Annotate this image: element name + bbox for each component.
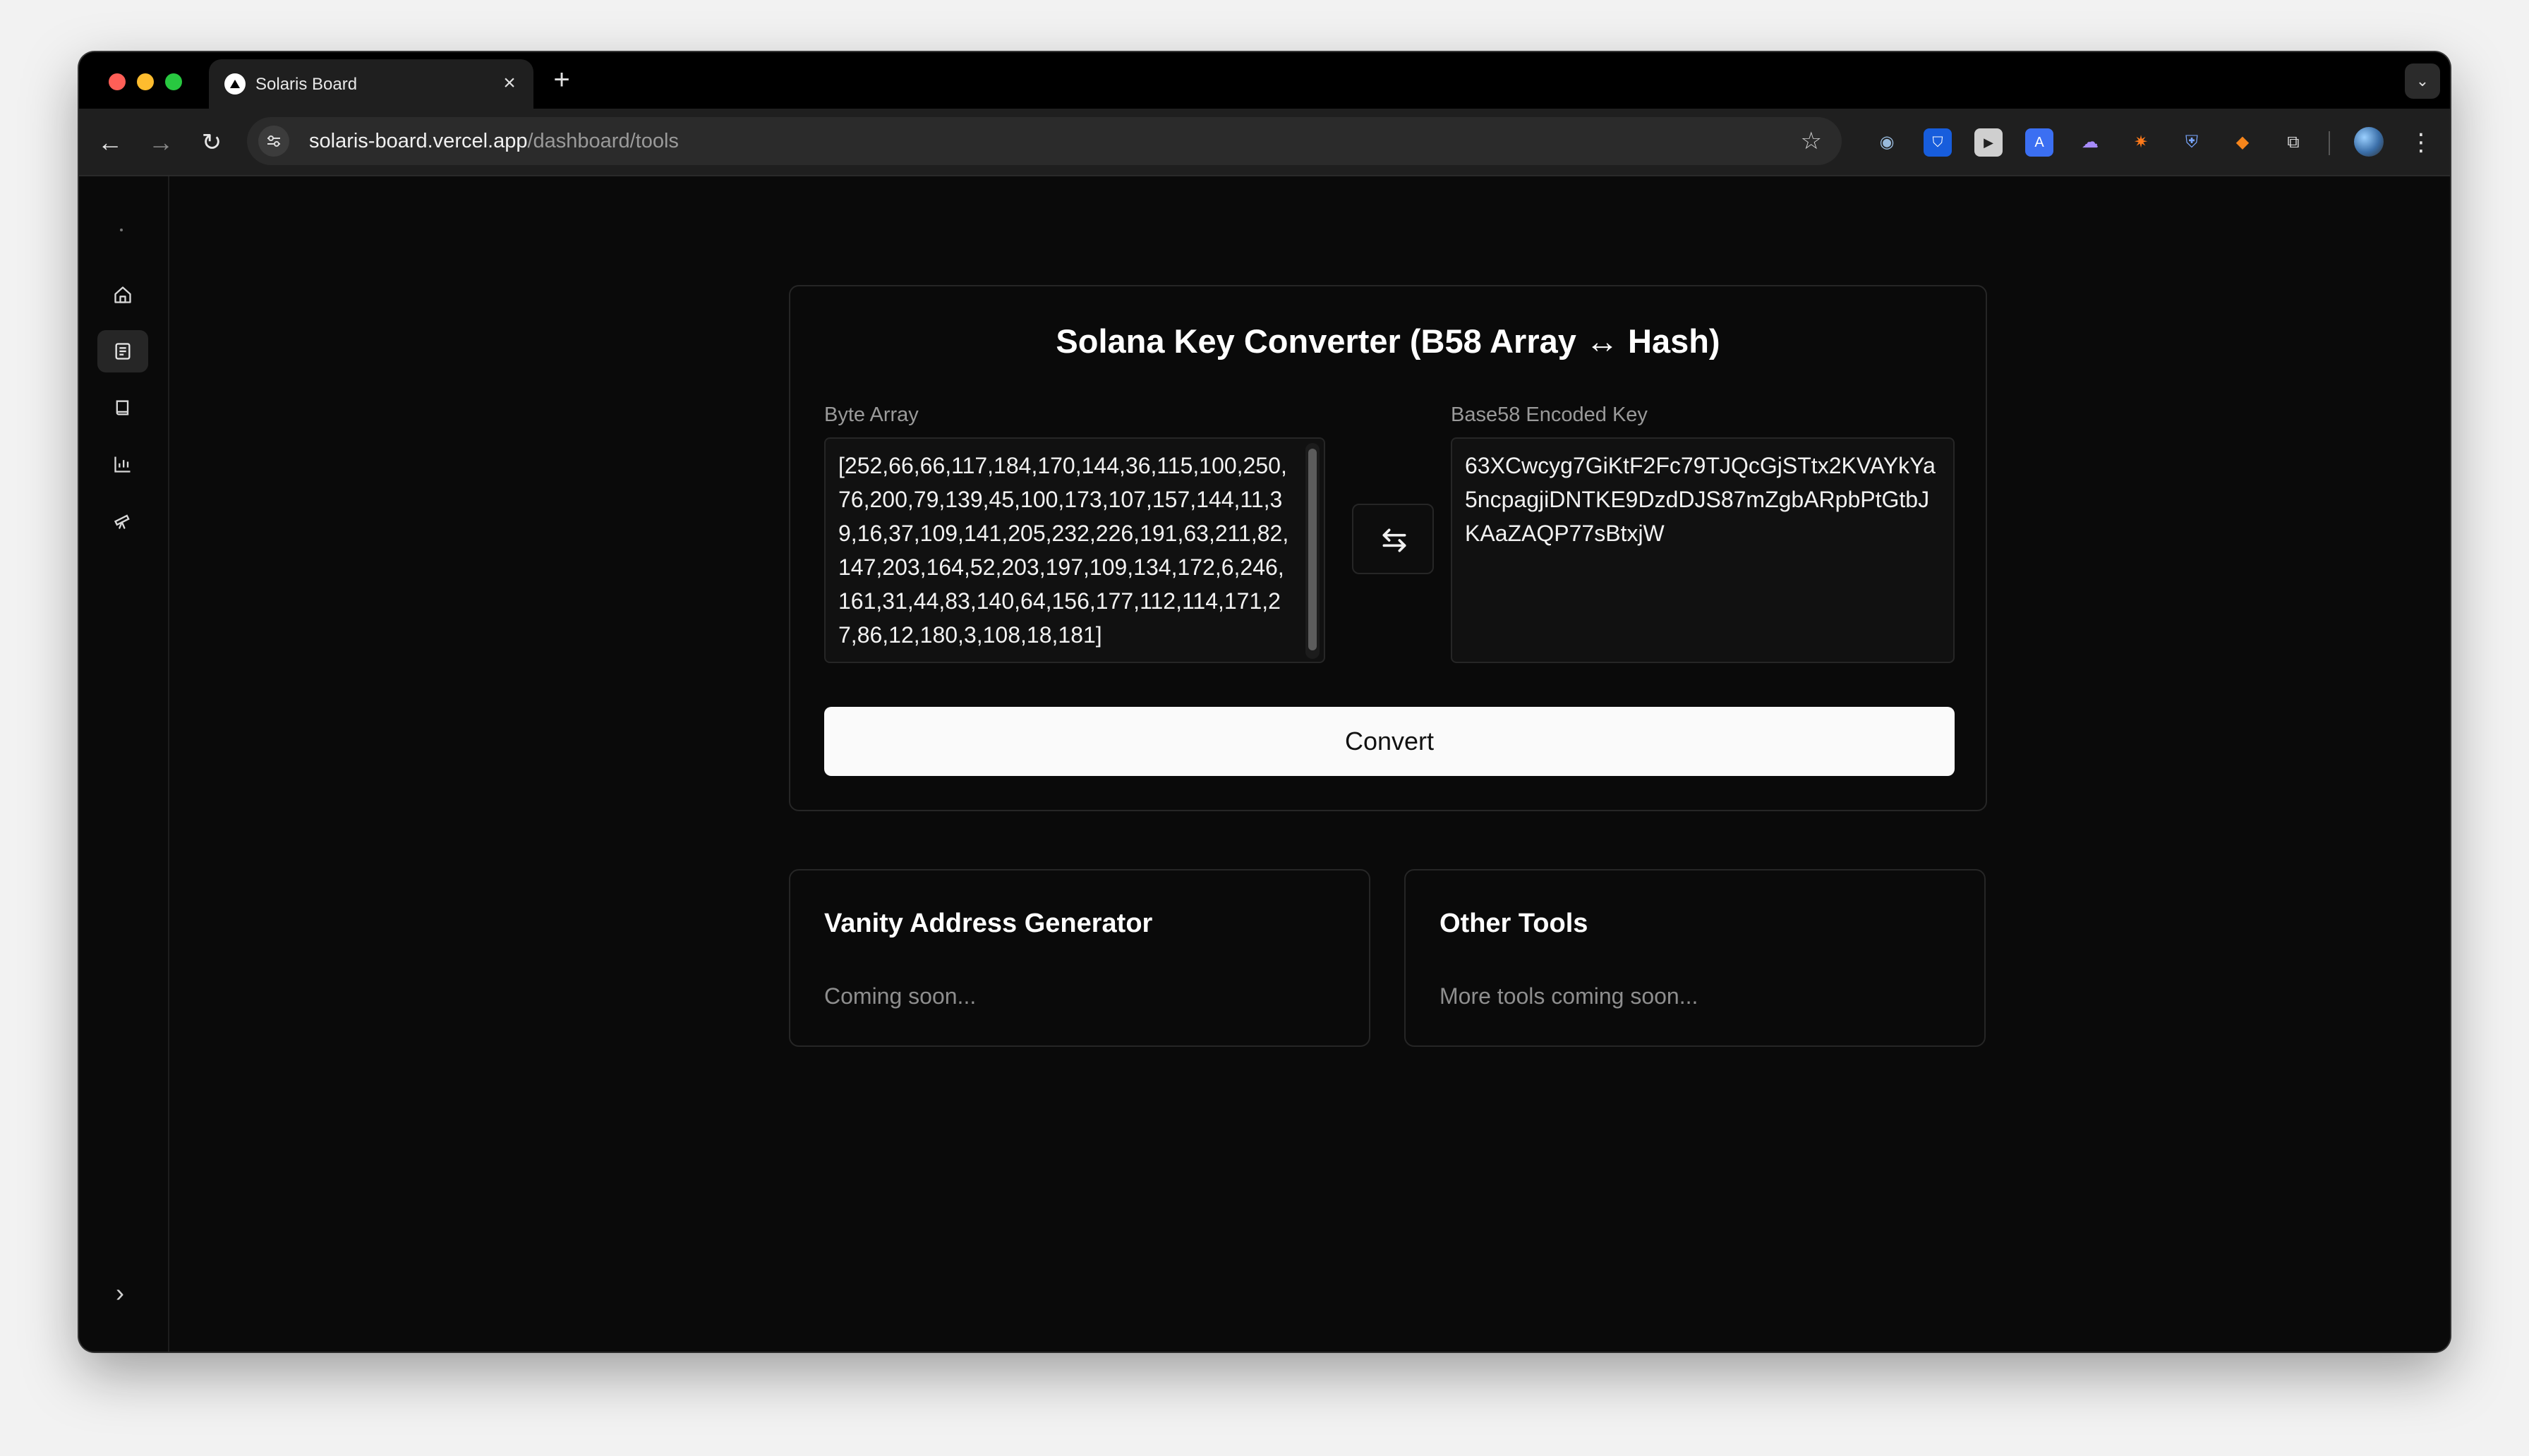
new-tab-button[interactable]: + — [548, 66, 576, 95]
converter-title: Solana Key Converter (B58 Array ↔ Hash) — [1056, 322, 1720, 360]
browser-window: Solaris Board × + ⌄ ← → ↻ solaris-board.… — [79, 52, 2450, 1352]
sidebar-item-docs[interactable] — [97, 387, 148, 429]
telescope-icon — [114, 514, 130, 529]
swap-button[interactable] — [1352, 504, 1434, 574]
other-tools-subtitle: More tools coming soon... — [1439, 983, 1698, 1009]
sidebar-item-tools[interactable] — [97, 330, 148, 372]
swap-arrows-icon — [1382, 528, 1406, 552]
ghost-extension-icon[interactable]: ☁ — [2076, 128, 2104, 157]
vanity-generator-card: Vanity Address Generator Coming soon... — [789, 869, 1370, 1047]
browser-toolbar: ← → ↻ solaris-board.vercel.app/dashboard… — [79, 109, 2450, 176]
puzzle-extensions-icon[interactable]: ⧉ — [2279, 128, 2307, 157]
play-extension-icon[interactable]: ▶ — [1974, 128, 2003, 157]
maximize-window-button[interactable] — [165, 73, 182, 90]
address-bar[interactable]: solaris-board.vercel.app/dashboard/tools… — [247, 117, 1842, 165]
glasses-extension-icon[interactable]: ◉ — [1873, 128, 1901, 157]
forward-button[interactable]: → — [144, 126, 178, 159]
back-button[interactable]: ← — [93, 126, 127, 159]
page-content: › Solana Key Converter (B58 Array ↔ Hash… — [79, 176, 2450, 1352]
sidebar-item-home[interactable] — [97, 274, 148, 316]
browser-tab[interactable]: Solaris Board × — [209, 59, 533, 109]
url-path: /dashboard/tools — [527, 130, 679, 152]
sidebar-expand-button[interactable]: › — [116, 1278, 124, 1308]
key-converter-card: Solana Key Converter (B58 Array ↔ Hash) … — [789, 285, 1987, 811]
scrollbar-thumb[interactable] — [1308, 449, 1317, 650]
site-info-icon[interactable] — [258, 126, 289, 157]
tools-icon — [115, 343, 131, 360]
base58-textarea[interactable]: 63XCwcyg7GiKtF2Fc79TJQcGjSTtx2KVAYkYa5nc… — [1451, 437, 1955, 663]
bitwarden-icon[interactable]: ⛉ — [1924, 128, 1952, 157]
toolbar-divider — [2329, 131, 2330, 155]
byte-array-scrollbar[interactable] — [1305, 443, 1320, 659]
base58-label: Base58 Encoded Key — [1451, 404, 1648, 426]
bookmark-star-icon[interactable]: ☆ — [1801, 127, 1822, 155]
other-tools-title: Other Tools — [1439, 909, 1588, 938]
close-window-button[interactable] — [109, 73, 126, 90]
tab-close-icon[interactable]: × — [497, 71, 522, 96]
vercel-favicon-icon — [224, 73, 246, 95]
byte-array-label: Byte Array — [824, 404, 919, 426]
metamask-icon[interactable]: ◆ — [2228, 128, 2257, 157]
tab-strip: Solaris Board × + ⌄ — [79, 52, 2450, 109]
byte-array-textarea[interactable]: [252,66,66,117,184,170,144,36,115,100,25… — [824, 437, 1325, 663]
main-area: Solana Key Converter (B58 Array ↔ Hash) … — [169, 176, 2450, 1352]
sidebar: › — [79, 176, 169, 1352]
analytics-icon — [114, 456, 131, 473]
sidebar-item-analytics[interactable] — [97, 443, 148, 485]
shield-extension-icon[interactable]: ⛨ — [2178, 128, 2206, 157]
vanity-title: Vanity Address Generator — [824, 909, 1153, 938]
spark-extension-icon[interactable]: ✷ — [2127, 128, 2155, 157]
book-icon — [116, 400, 129, 415]
vanity-subtitle: Coming soon... — [824, 983, 977, 1009]
browser-menu-icon[interactable]: ⋮ — [2409, 126, 2433, 159]
sidebar-logo — [120, 229, 123, 231]
profile-avatar[interactable] — [2354, 127, 2384, 157]
sidebar-item-explore[interactable] — [97, 499, 148, 542]
minimize-window-button[interactable] — [137, 73, 154, 90]
url-host: solaris-board.vercel.app — [309, 130, 528, 152]
home-icon — [114, 286, 131, 303]
other-tools-card: Other Tools More tools coming soon... — [1404, 869, 1986, 1047]
translate-extension-icon[interactable]: A — [2025, 128, 2053, 157]
reload-button[interactable]: ↻ — [195, 126, 229, 159]
tab-title: Solaris Board — [255, 75, 358, 94]
convert-button[interactable]: Convert — [824, 707, 1955, 776]
url-text: solaris-board.vercel.app/dashboard/tools — [309, 130, 679, 153]
tab-search-button[interactable]: ⌄ — [2405, 63, 2440, 99]
